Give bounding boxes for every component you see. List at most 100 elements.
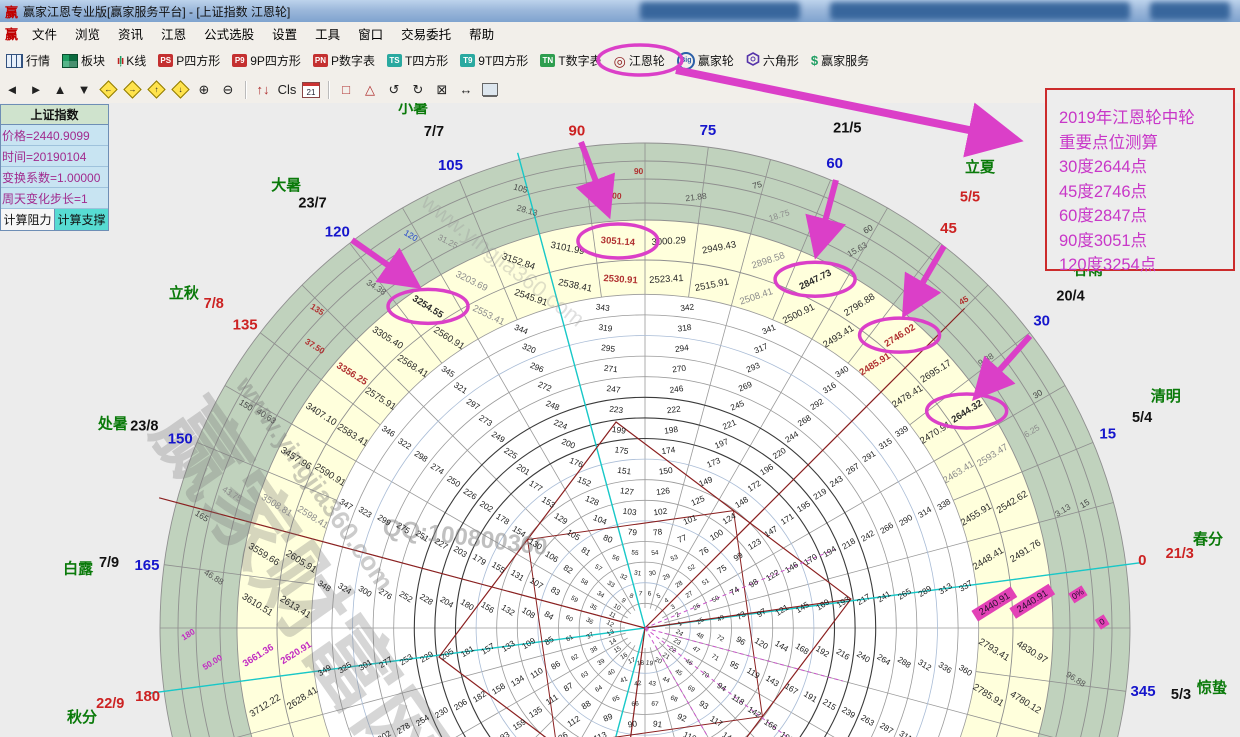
- annotation-line-5: 90度3051点: [1059, 229, 1233, 254]
- toolbar-button-六角形[interactable]: 六角形: [740, 50, 805, 71]
- spiral-number: 215: [821, 696, 838, 712]
- triangle-tool-button[interactable]: △: [359, 79, 381, 101]
- spiral-number: 155: [490, 559, 507, 575]
- spiral-number: 191: [802, 689, 819, 705]
- ring-value: 2613.41: [278, 594, 313, 622]
- spiral-number: 171: [779, 511, 796, 527]
- move-tool-button[interactable]: ↔: [455, 79, 477, 101]
- up-button[interactable]: ▲: [49, 79, 71, 101]
- button-计算阻力[interactable]: 计算阻力: [1, 209, 55, 230]
- toolbar-button-T四方形[interactable]: TST四方形: [381, 50, 454, 71]
- cls-button[interactable]: Cls: [276, 79, 298, 101]
- spiral-number: 156: [479, 599, 496, 615]
- ring-value: 135: [309, 301, 327, 317]
- toolbar-button-行情[interactable]: 行情: [0, 50, 56, 71]
- spiral-number: 108: [520, 605, 537, 621]
- toolbar-button-赢家服务[interactable]: $赢家服务: [805, 50, 875, 71]
- spiral-number: 21: [661, 652, 671, 662]
- toolbar-button-江恩轮[interactable]: ◎江恩轮: [608, 50, 671, 71]
- updown-axis-button[interactable]: ↑↓: [252, 79, 274, 101]
- shift-down-button[interactable]: ↓: [169, 79, 191, 101]
- spiral-number: 268: [796, 412, 813, 428]
- calendar-button[interactable]: 21: [300, 79, 322, 101]
- wheel-outer-label: 5/5: [960, 190, 980, 206]
- spiral-number: 270: [672, 363, 687, 375]
- spiral-number: 173: [705, 455, 722, 470]
- kline-icon: ıļı: [117, 55, 123, 67]
- shift-left-button[interactable]: ←: [97, 79, 119, 101]
- zoom-out-button[interactable]: ⊖: [217, 79, 239, 101]
- spiral-number: 201: [515, 461, 532, 477]
- menu-item-窗口[interactable]: 窗口: [349, 22, 392, 45]
- ring-value: 2746.02: [883, 322, 918, 350]
- menu-item-资讯[interactable]: 资讯: [109, 22, 152, 45]
- toolbar-button-T数字表[interactable]: TNT数字表: [534, 50, 607, 71]
- rotate-ccw-button[interactable]: ↺: [383, 79, 405, 101]
- toolbar-button-P数字表[interactable]: PNP数字表: [307, 50, 381, 71]
- menu-item-设置[interactable]: 设置: [263, 22, 306, 45]
- spiral-number: 117: [708, 713, 725, 729]
- button-计算支撑[interactable]: 计算支撑: [55, 209, 108, 230]
- spiral-number: 51: [701, 577, 711, 587]
- menu-item-文件[interactable]: 文件: [23, 22, 66, 45]
- wheel-outer-label: 45: [940, 220, 957, 237]
- spiral-number: 102: [653, 506, 668, 518]
- spiral-number: 239: [840, 704, 857, 720]
- menu-item-帮助[interactable]: 帮助: [460, 22, 503, 45]
- toolbar-button-板块[interactable]: 板块: [56, 50, 111, 71]
- spiral-number: 57: [593, 563, 603, 573]
- spiral-number: 32: [619, 573, 629, 582]
- screen-button[interactable]: [479, 79, 501, 101]
- ring-value: 2583.41: [335, 422, 370, 450]
- shift-up-button[interactable]: ↑: [145, 79, 167, 101]
- watermark: 赢家财富网: [134, 384, 467, 737]
- menu-item-浏览[interactable]: 浏览: [66, 22, 109, 45]
- ring-value: 2478.41: [890, 383, 925, 411]
- rotate-cw-button[interactable]: ↻: [407, 79, 429, 101]
- next-button[interactable]: ►: [25, 79, 47, 101]
- spiral-number: 66: [631, 700, 639, 708]
- spiral-number: 278: [395, 720, 412, 736]
- toolbar-button-P四方形[interactable]: PSP四方形: [152, 50, 226, 71]
- index-name: 上证指数: [1, 105, 108, 125]
- toolbar-button-9T四方形[interactable]: T99T四方形: [454, 50, 534, 71]
- watermark: www.yingjia360.com: [230, 370, 400, 596]
- toolbar-button-K线[interactable]: ıļıK线: [111, 50, 152, 71]
- boxed-x-button[interactable]: ⊠: [431, 79, 453, 101]
- ts-square-icon: TS: [387, 54, 402, 67]
- menu-item-江恩[interactable]: 江恩: [152, 22, 195, 45]
- menu-item-工具[interactable]: 工具: [306, 22, 349, 45]
- info-row-1: 时间=20190104: [1, 146, 108, 167]
- toolbar-button-赢家轮[interactable]: Big赢家轮: [671, 50, 740, 72]
- spiral-number: 88: [579, 698, 592, 712]
- square-tool-button[interactable]: □: [335, 79, 357, 101]
- ring-value: 3305.40: [370, 324, 405, 352]
- spiral-number: 62: [570, 653, 580, 663]
- wheel-outer-label: 15: [1099, 425, 1116, 442]
- spiral-number: 197: [713, 436, 730, 451]
- spiral-number: 24: [674, 628, 684, 638]
- zoom-in-button[interactable]: ⊕: [193, 79, 215, 101]
- shift-right-button[interactable]: →: [121, 79, 143, 101]
- spiral-number: 65: [611, 694, 621, 703]
- ring-value: 2593.47: [975, 442, 1010, 470]
- ring-value: 3712.22: [248, 692, 283, 720]
- ring-value: 40.63: [255, 406, 279, 426]
- ring-value: 2523.41: [649, 273, 684, 286]
- down-button[interactable]: ▼: [73, 79, 95, 101]
- spiral-number: 84: [543, 609, 556, 623]
- toolbar-button-9P四方形[interactable]: P99P四方形: [226, 50, 307, 71]
- spiral-number: 202: [478, 498, 495, 514]
- spiral-number: 85: [542, 634, 555, 648]
- menu-item-交易委托[interactable]: 交易委托: [392, 22, 460, 45]
- menu-item-公式选股[interactable]: 公式选股: [195, 22, 263, 45]
- spiral-number: 72: [715, 634, 725, 644]
- spiral-number: 119: [745, 665, 762, 681]
- spiral-number: 55: [631, 549, 639, 557]
- ring-value: 2455.91: [959, 501, 994, 529]
- prev-button[interactable]: ◄: [1, 79, 23, 101]
- spiral-number: 166: [762, 717, 779, 733]
- spiral-number: 204: [438, 594, 455, 610]
- spiral-number: 291: [860, 448, 877, 464]
- spiral-number: 311: [898, 728, 915, 737]
